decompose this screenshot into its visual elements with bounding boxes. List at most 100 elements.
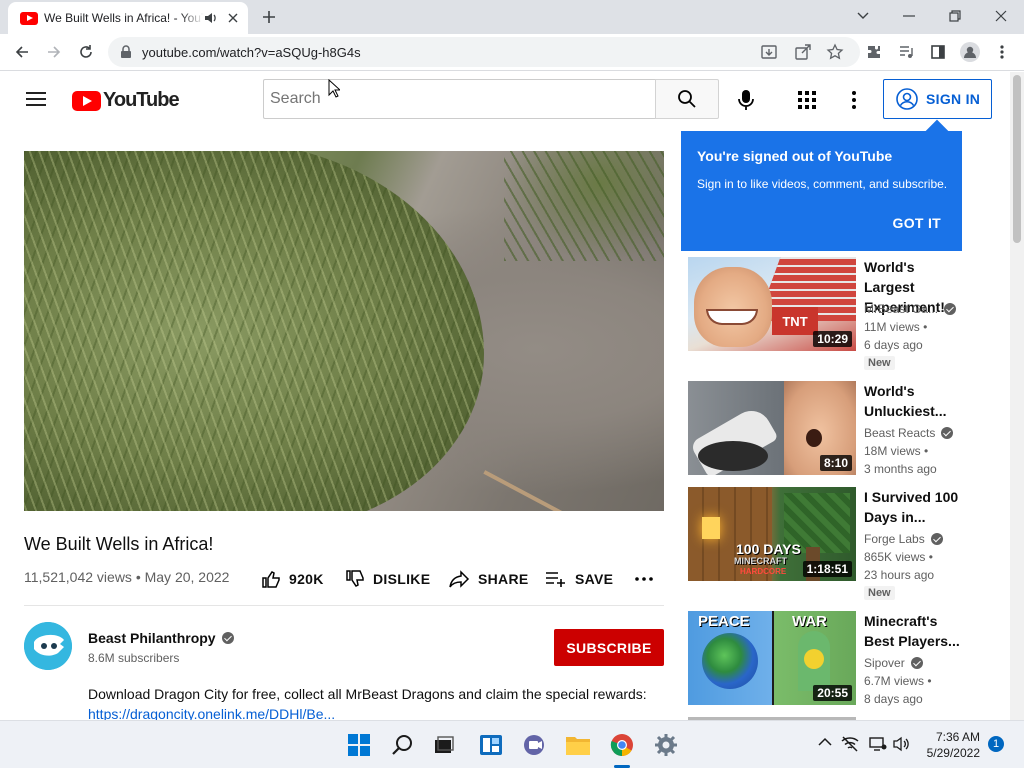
thumbnail-100-days-text: 100 DAYS xyxy=(736,541,801,557)
tab-audio-icon[interactable] xyxy=(204,11,218,25)
minimize-window-icon[interactable] xyxy=(886,0,932,32)
verified-check-icon xyxy=(930,533,943,545)
task-view-icon[interactable] xyxy=(428,729,460,761)
like-button[interactable]: 920K xyxy=(261,568,324,590)
recommendation-title[interactable]: Minecraft's Best Players... xyxy=(864,611,964,651)
recommendation-item[interactable]: TNT 10:29 World's Largest Experiment! Mr… xyxy=(688,257,968,370)
back-arrow-icon[interactable] xyxy=(12,42,32,62)
url-text[interactable]: youtube.com/watch?v=aSQUg-h8G4s xyxy=(142,45,361,60)
browser-tab-strip: We Built Wells in Africa! - YouTube xyxy=(0,0,1024,34)
share-label: SHARE xyxy=(478,571,529,587)
system-clock[interactable]: 7:36 AM 5/29/2022 xyxy=(927,729,980,761)
apps-grid-icon[interactable] xyxy=(798,91,816,109)
channel-avatar[interactable] xyxy=(24,622,72,670)
recommendation-item[interactable]: 100 DAYS MINECRAFT HARDCORE 1:18:51 I Su… xyxy=(688,487,968,600)
browser-menu-icon[interactable] xyxy=(992,42,1012,62)
side-panel-icon[interactable] xyxy=(928,42,948,62)
mouse-cursor-icon xyxy=(328,79,340,98)
recommendation-channel-text[interactable]: MrBeast Ga... xyxy=(864,302,938,316)
page-scrollbar[interactable] xyxy=(1010,72,1024,720)
thumbnail-tnt-text: TNT xyxy=(772,307,818,335)
recommendation-channel[interactable]: Beast Reacts xyxy=(864,426,954,440)
search-field[interactable] xyxy=(263,79,656,119)
youtube-play-icon xyxy=(72,90,101,111)
video-thumbnail[interactable]: PEACE WAR 20:55 xyxy=(688,611,856,705)
recommendation-channel[interactable]: MrBeast Ga... xyxy=(864,302,957,316)
recommendation-title[interactable]: I Survived 100 Days in... xyxy=(864,487,964,527)
settings-more-icon[interactable] xyxy=(852,91,856,109)
recommendation-title[interactable]: World's Unluckiest... xyxy=(864,381,964,421)
tooltip-heading: You're signed out of YouTube xyxy=(697,148,893,164)
got-it-button[interactable]: GOT IT xyxy=(893,215,941,231)
address-bar[interactable]: youtube.com/watch?v=aSQUg-h8G4s xyxy=(108,37,860,67)
close-tab-icon[interactable] xyxy=(226,11,240,25)
thumbnail-peace-text: PEACE xyxy=(698,613,750,630)
forward-arrow-icon[interactable] xyxy=(44,42,64,62)
install-app-icon[interactable] xyxy=(760,43,778,61)
save-button[interactable]: SAVE xyxy=(545,568,613,590)
video-duration: 10:29 xyxy=(813,331,852,347)
network-offline-icon[interactable] xyxy=(841,736,859,752)
lock-icon[interactable] xyxy=(120,45,132,59)
recommendation-views: 18M views • xyxy=(864,444,929,458)
reload-icon[interactable] xyxy=(76,42,96,62)
clock-time: 7:36 AM xyxy=(935,730,980,744)
recommendation-channel-text[interactable]: Sipover xyxy=(864,656,905,670)
profile-icon[interactable] xyxy=(960,42,980,62)
sign-in-button[interactable]: SIGN IN xyxy=(883,79,992,119)
recommendation-channel[interactable]: Sipover xyxy=(864,656,923,670)
voice-search-icon[interactable] xyxy=(736,89,756,111)
hamburger-menu-icon[interactable] xyxy=(26,91,46,107)
file-explorer-icon[interactable] xyxy=(562,729,594,761)
browser-toolbar: youtube.com/watch?v=aSQUg-h8G4s xyxy=(0,34,1024,71)
video-thumbnail[interactable]: TNT 10:29 xyxy=(688,257,856,351)
chrome-icon[interactable] xyxy=(606,729,638,761)
media-controls-icon[interactable] xyxy=(896,42,916,62)
youtube-logo[interactable]: YouTube xyxy=(72,89,180,112)
show-hidden-icons-icon[interactable] xyxy=(818,737,832,747)
close-window-icon[interactable] xyxy=(978,0,1024,32)
search-input[interactable] xyxy=(264,80,656,118)
widgets-icon[interactable] xyxy=(475,729,507,761)
video-player[interactable] xyxy=(24,151,664,511)
more-actions-button[interactable] xyxy=(635,568,661,590)
recommendation-channel-text[interactable]: Beast Reacts xyxy=(864,426,935,440)
restore-window-icon[interactable] xyxy=(932,0,978,32)
new-tab-icon[interactable] xyxy=(260,8,278,26)
recommendation-channel[interactable]: Forge Labs xyxy=(864,532,943,546)
teams-chat-icon[interactable] xyxy=(518,729,550,761)
new-badge: New xyxy=(864,586,895,600)
video-description: Download Dragon City for free, collect a… xyxy=(88,686,647,702)
video-duration: 1:18:51 xyxy=(802,561,852,577)
tab-search-icon[interactable] xyxy=(840,0,886,32)
scrollbar-thumb[interactable] xyxy=(1013,75,1021,243)
video-duration: 20:55 xyxy=(813,685,852,701)
search-button[interactable] xyxy=(655,79,719,119)
tab-title: We Built Wells in Africa! - YouTube xyxy=(44,11,204,25)
taskbar-search-icon[interactable] xyxy=(387,729,419,761)
share-button[interactable]: SHARE xyxy=(448,568,529,590)
subscribe-button[interactable]: SUBSCRIBE xyxy=(554,629,664,666)
display-icon[interactable] xyxy=(869,736,887,752)
video-thumbnail[interactable]: 100 DAYS MINECRAFT HARDCORE 1:18:51 xyxy=(688,487,856,581)
settings-gear-icon[interactable] xyxy=(650,729,682,761)
volume-icon[interactable] xyxy=(893,736,911,752)
browser-tab[interactable]: We Built Wells in Africa! - YouTube xyxy=(8,2,248,34)
extensions-icon[interactable] xyxy=(864,42,884,62)
youtube-logo-text: YouTube xyxy=(103,89,180,111)
dislike-button[interactable]: DISLIKE xyxy=(345,568,430,590)
recommendation-channel-text[interactable]: Forge Labs xyxy=(864,532,925,546)
bookmark-star-icon[interactable] xyxy=(826,43,844,61)
video-thumbnail[interactable]: 8:10 xyxy=(688,381,856,475)
sign-in-label: SIGN IN xyxy=(926,91,981,107)
recommendation-item[interactable]: PEACE WAR 20:55 Minecraft's Best Players… xyxy=(688,611,968,723)
channel-name[interactable]: Beast Philanthropy xyxy=(88,630,234,646)
verified-check-icon xyxy=(944,303,957,315)
share-arrow-icon xyxy=(449,570,470,588)
share-page-icon[interactable] xyxy=(794,43,812,61)
notification-badge[interactable]: 1 xyxy=(988,736,1004,752)
channel-name-text[interactable]: Beast Philanthropy xyxy=(88,630,216,646)
video-title: We Built Wells in Africa! xyxy=(24,534,214,554)
windows-start-icon[interactable] xyxy=(343,729,375,761)
recommendation-item[interactable]: 8:10 World's Unluckiest... Beast Reacts … xyxy=(688,381,968,493)
